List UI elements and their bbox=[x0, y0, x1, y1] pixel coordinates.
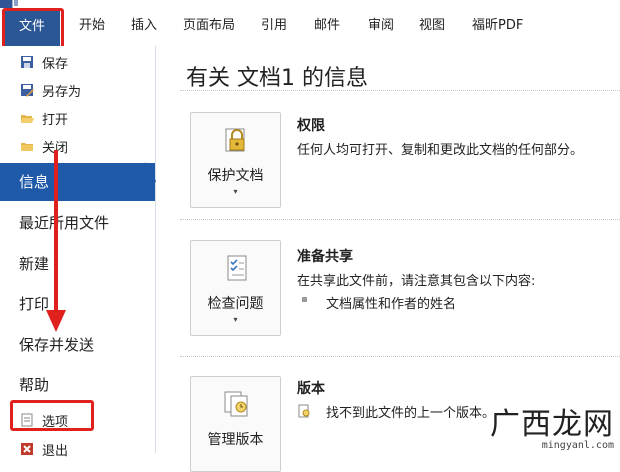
watermark-logo: 广西龙网 bbox=[490, 407, 614, 442]
nav-item-print[interactable]: 打印 bbox=[0, 285, 155, 323]
command-close[interactable]: 关闭 bbox=[20, 135, 68, 157]
checklist-icon bbox=[222, 253, 252, 283]
command-open-label: 打开 bbox=[42, 112, 69, 128]
command-exit[interactable]: 退出 bbox=[20, 438, 68, 460]
site-watermark: 广西龙网 mingyanl.com bbox=[490, 407, 614, 452]
dropdown-arrow-icon: ▾ bbox=[233, 315, 238, 324]
command-open[interactable]: 打开 bbox=[20, 107, 68, 129]
protect-document-label: 保护文档 bbox=[207, 168, 264, 184]
nav-item-help[interactable]: 帮助 bbox=[0, 366, 155, 404]
command-save-label: 保存 bbox=[42, 56, 69, 72]
permissions-description: 任何人均可打开、复制和更改此文档的任何部分。 bbox=[297, 143, 584, 158]
dropdown-arrow-icon: ▾ bbox=[233, 187, 238, 196]
tab-page-layout[interactable]: 页面布局 bbox=[183, 14, 235, 33]
exit-icon bbox=[20, 442, 34, 456]
tab-foxit-pdf[interactable]: 福昕PDF bbox=[472, 14, 523, 33]
document-small-icon bbox=[298, 403, 310, 418]
versions-icon bbox=[222, 389, 252, 419]
section-divider bbox=[180, 219, 620, 220]
tab-review[interactable]: 审阅 bbox=[368, 14, 394, 33]
save-as-icon bbox=[20, 83, 34, 97]
lock-key-icon bbox=[222, 125, 252, 155]
tab-home[interactable]: 开始 bbox=[79, 14, 105, 33]
tab-mailings[interactable]: 邮件 bbox=[314, 14, 340, 33]
quick-access-toolbar-icon[interactable] bbox=[14, 0, 18, 6]
annotation-arrow-head bbox=[46, 310, 66, 332]
check-for-issues-button[interactable]: 检查问题 ▾ bbox=[190, 240, 281, 336]
tab-references[interactable]: 引用 bbox=[261, 14, 287, 33]
selected-item-pointer bbox=[145, 162, 156, 200]
document-properties-item: 文档属性和作者的姓名 bbox=[326, 297, 457, 312]
nav-item-info[interactable]: 信息 bbox=[0, 163, 155, 201]
info-panel: 有关 文档1 的信息 保护文档 ▾ 权限 任何人均可打开、复制和更改此文档的任何… bbox=[156, 46, 620, 472]
options-highlight-box bbox=[10, 400, 94, 431]
tab-view[interactable]: 视图 bbox=[419, 14, 445, 33]
nav-item-recent[interactable]: 最近所用文件 bbox=[0, 204, 155, 242]
close-folder-icon bbox=[20, 139, 34, 153]
save-icon bbox=[20, 55, 34, 69]
manage-versions-button[interactable]: 管理版本 bbox=[190, 376, 281, 472]
command-save-as[interactable]: 另存为 bbox=[20, 79, 81, 101]
nav-item-save-and-send[interactable]: 保存并发送 bbox=[0, 326, 155, 364]
word-app-icon[interactable] bbox=[0, 0, 13, 8]
backstage-nav: 保存 另存为 打开 关闭 信息 最近所用文件 新建 打印 保存并发送 帮助 选项… bbox=[0, 46, 156, 459]
command-exit-label: 退出 bbox=[42, 443, 69, 459]
open-folder-icon bbox=[20, 111, 34, 125]
section-divider bbox=[180, 356, 620, 357]
prepare-sharing-description: 在共享此文件前，请注意其包含以下内容: bbox=[297, 274, 536, 289]
section-divider bbox=[180, 90, 620, 91]
nav-item-new[interactable]: 新建 bbox=[0, 245, 155, 283]
file-tab-highlight-box bbox=[2, 8, 64, 50]
versions-title: 版本 bbox=[297, 381, 325, 397]
command-save-as-label: 另存为 bbox=[42, 84, 82, 100]
prepare-sharing-title: 准备共享 bbox=[297, 249, 353, 265]
manage-versions-label: 管理版本 bbox=[207, 432, 264, 448]
bullet-marker bbox=[302, 297, 307, 302]
tab-insert[interactable]: 插入 bbox=[131, 14, 157, 33]
ribbon-tab-bar: 文件 开始 插入 页面布局 引用 邮件 审阅 视图 福昕PDF bbox=[0, 0, 620, 47]
protect-document-button[interactable]: 保护文档 ▾ bbox=[190, 112, 281, 208]
command-save[interactable]: 保存 bbox=[20, 51, 68, 73]
versions-description: 找不到此文件的上一个版本。 bbox=[326, 406, 496, 421]
check-for-issues-label: 检查问题 bbox=[207, 296, 264, 312]
annotation-arrow-shaft bbox=[54, 150, 58, 315]
permissions-title: 权限 bbox=[297, 118, 325, 134]
page-title: 有关 文档1 的信息 bbox=[186, 66, 368, 91]
